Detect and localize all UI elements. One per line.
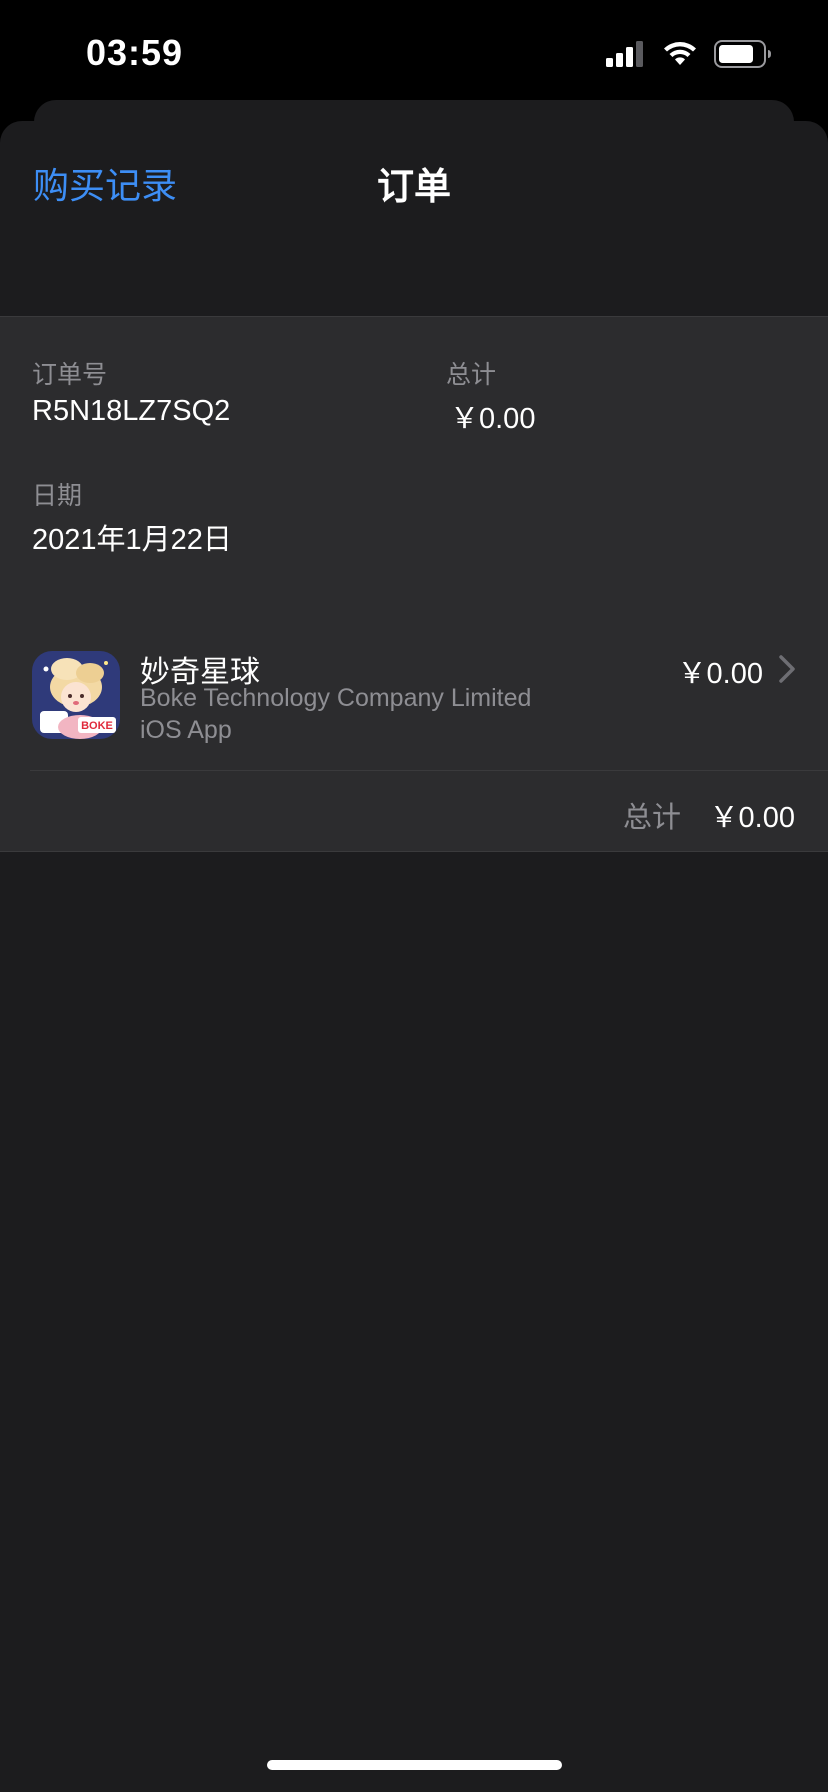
cellular-signal-icon (606, 41, 643, 67)
status-icons (606, 40, 772, 68)
order-total-value: ￥0.00 (450, 403, 536, 435)
order-date-label: 日期 (32, 482, 83, 510)
summary-total-label: 总计 (622, 802, 681, 834)
app-price: ￥0.00 (677, 658, 763, 690)
status-bar: 03:59 (0, 0, 828, 110)
app-kind: iOS App (140, 716, 232, 744)
chevron-right-icon (779, 655, 795, 683)
page-title: 订单 (377, 166, 451, 207)
order-date-value: 2021年1月22日 (32, 524, 232, 556)
order-sheet: 购买记录 订单 订单号 R5N18LZ7SQ2 总计 ￥0.00 日期 2021… (0, 121, 828, 1792)
svg-text:BOKE: BOKE (81, 720, 113, 732)
app-icon: BOKE (32, 651, 120, 739)
battery-icon (714, 40, 771, 68)
order-number-label: 订单号 (32, 361, 108, 389)
order-number-value: R5N18LZ7SQ2 (32, 395, 231, 427)
purchase-item-panel: BOKE 妙奇星球 Boke Technology Company Limite… (0, 630, 828, 852)
status-time: 03:59 (86, 32, 184, 73)
order-info-panel: 订单号 R5N18LZ7SQ2 总计 ￥0.00 日期 2021年1月22日 (0, 316, 828, 631)
summary-total-value: ￥0.00 (709, 802, 795, 834)
app-developer: Boke Technology Company Limited (140, 684, 532, 712)
order-total-label: 总计 (446, 361, 497, 389)
wifi-icon (664, 42, 696, 65)
row-divider (30, 770, 828, 771)
home-indicator[interactable] (267, 1760, 562, 1770)
